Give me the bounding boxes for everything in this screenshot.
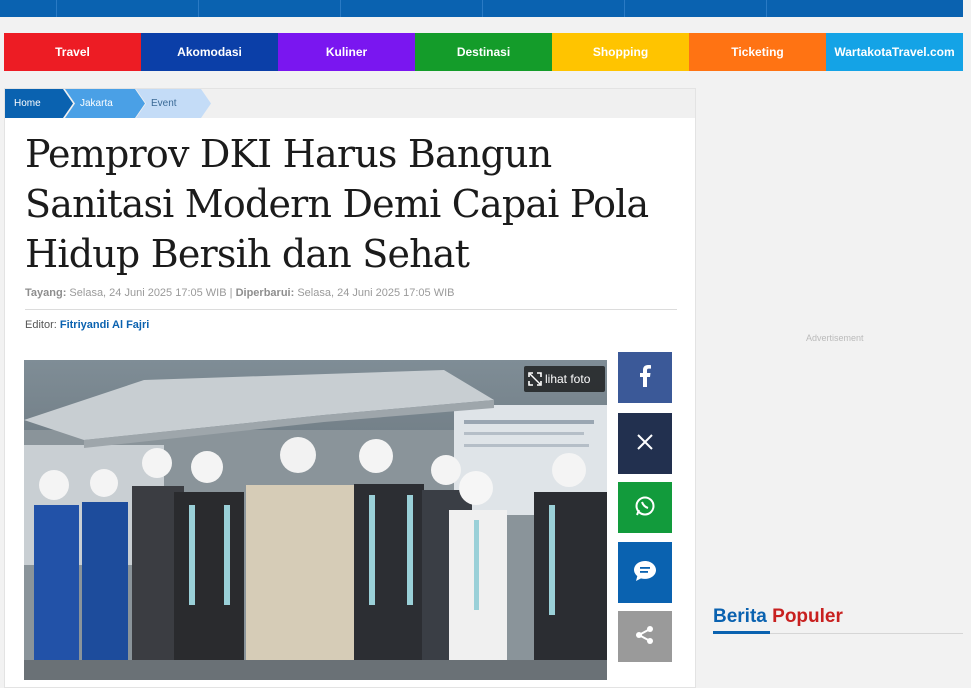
top-nav-item[interactable] <box>340 0 482 17</box>
view-photo-label: lihat foto <box>545 372 591 386</box>
editor-info: Editor: Fitriyandi Al Fajri <box>25 319 149 331</box>
top-navigation-bar <box>0 0 963 17</box>
berita-populer-heading: Berita Populer <box>713 606 843 628</box>
article-photo[interactable] <box>24 360 607 680</box>
share-facebook-button[interactable] <box>618 352 672 403</box>
breadcrumb-home[interactable]: Home <box>5 89 73 118</box>
x-icon <box>637 433 653 454</box>
view-photo-button[interactable]: lihat foto <box>524 366 605 392</box>
nav-kuliner[interactable]: Kuliner <box>278 33 415 71</box>
published-label: Tayang: <box>25 287 67 299</box>
updated-label: Diperbarui: <box>235 287 295 299</box>
category-nav: Travel Akomodasi Kuliner Destinasi Shopp… <box>4 33 963 71</box>
nav-akomodasi[interactable]: Akomodasi <box>141 33 278 71</box>
updated-date: Selasa, 24 Juni 2025 17:05 WIB <box>297 287 455 299</box>
photo-illustration <box>24 360 607 680</box>
populer-heading-part-2: Populer <box>772 606 843 627</box>
share-icon <box>635 625 655 649</box>
share-whatsapp-button[interactable] <box>618 482 672 533</box>
comment-icon <box>633 560 657 586</box>
facebook-icon <box>637 364 653 391</box>
breadcrumb-event[interactable]: Event <box>136 89 211 118</box>
breadcrumb-jakarta[interactable]: Jakarta <box>65 89 145 118</box>
populer-underline <box>713 631 770 634</box>
nav-travel[interactable]: Travel <box>4 33 141 71</box>
top-nav-item[interactable] <box>766 0 963 17</box>
article-title: Pemprov DKI Harus Bangun Sanitasi Modern… <box>25 132 649 276</box>
share-more-button[interactable] <box>618 611 672 662</box>
nav-wartakotatravel[interactable]: WartakotaTravel.com <box>826 33 963 71</box>
share-x-button[interactable] <box>618 413 672 474</box>
divider <box>25 309 677 310</box>
nav-shopping[interactable]: Shopping <box>552 33 689 71</box>
comment-button[interactable] <box>618 542 672 603</box>
populer-heading-part-1: Berita <box>713 606 767 627</box>
top-nav-item[interactable] <box>624 0 766 17</box>
expand-icon <box>528 372 542 386</box>
meta-separator: | <box>229 287 233 299</box>
nav-ticketing[interactable]: Ticketing <box>689 33 826 71</box>
whatsapp-icon <box>634 495 656 521</box>
published-date: Selasa, 24 Juni 2025 17:05 WIB <box>69 287 227 299</box>
top-nav-item[interactable] <box>56 0 198 17</box>
editor-name[interactable]: Fitriyandi Al Fajri <box>60 319 149 331</box>
top-nav-item[interactable] <box>198 0 340 17</box>
nav-destinasi[interactable]: Destinasi <box>415 33 552 71</box>
top-nav-item[interactable] <box>482 0 624 17</box>
editor-label: Editor: <box>25 319 57 331</box>
advertisement-label: Advertisement <box>806 333 864 343</box>
breadcrumb: Home Jakarta Event <box>5 89 695 118</box>
publish-info: Tayang: Selasa, 24 Juni 2025 17:05 WIB |… <box>25 287 455 299</box>
